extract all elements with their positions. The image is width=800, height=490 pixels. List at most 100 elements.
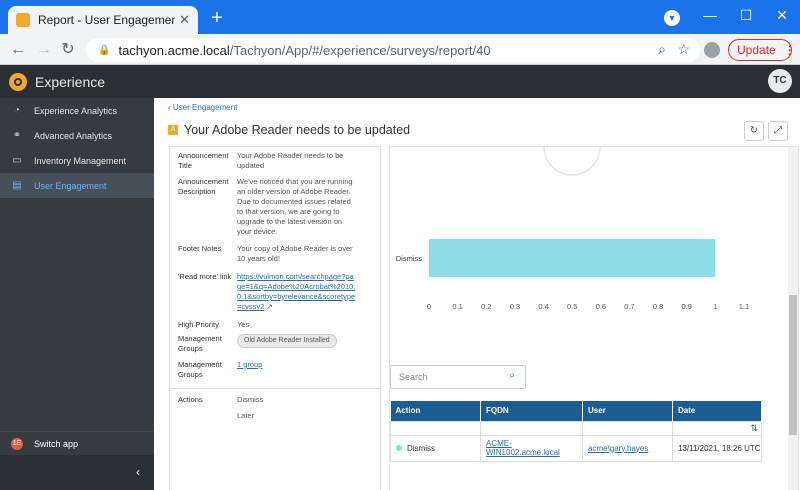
detail-value: Old Adobe Reader Installed [237, 334, 357, 354]
page-title: A Your Adobe Reader needs to be updated [168, 123, 410, 137]
browser-toolbar: ← → ↻ 🔒 tachyon.acme.local/Tachyon/App/#… [0, 34, 800, 65]
cell-fqdn-link[interactable]: ACME-WIN1002.acme.local [486, 439, 560, 457]
detail-label: Management Groups [178, 334, 222, 353]
zoom-icon[interactable]: ⌕ [658, 41, 666, 58]
actions-bar-chart: Dismiss 0 0.1 0.2 0.3 0.4 0.5 0.6 0.7 0.8 0.9 1 1.1 [396, 147, 749, 311]
sidebar-item-inventory-management[interactable]: ▭ Inventory Management [0, 148, 154, 173]
column-header-action[interactable]: Action [390, 401, 481, 421]
actions-values: Dismiss Later [237, 395, 357, 421]
refresh-button[interactable]: ↻ [744, 121, 764, 141]
browser-tab[interactable]: Report - User Engagement - Expe ✕ [8, 6, 198, 34]
column-header-date[interactable]: Date [672, 401, 762, 421]
detail-label: High Priority [178, 320, 219, 329]
detail-row: Footer Notes Your copy of Adobe Reader i… [170, 244, 380, 264]
x-tick-label: 0.5 [567, 302, 577, 311]
status-dot-icon [396, 444, 402, 451]
new-tab-button[interactable]: + [206, 8, 228, 30]
switch-app-label: Switch app [34, 438, 79, 449]
search-icon[interactable]: ⌕ [509, 370, 515, 381]
page-title-text: Your Adobe Reader needs to be updated [184, 123, 411, 137]
sidebar-item-advanced-analytics[interactable]: ⚭ Advanced Analytics [0, 123, 154, 148]
detail-row: Announcement Description We've noticed t… [170, 177, 380, 237]
sidebar: ◔ Experience Analytics ⚭ Advanced Analyt… [0, 98, 154, 490]
app-title: Experience [35, 73, 106, 90]
expand-button[interactable]: ⤢ [768, 121, 788, 141]
close-window-button[interactable]: ✕ [764, 7, 800, 24]
detail-row: Management Groups Old Adobe Reader Insta… [170, 334, 380, 354]
update-label: Update [737, 43, 776, 57]
tab-search-icon[interactable]: ▼ [664, 10, 680, 26]
sidebar-item-label: Advanced Analytics [34, 130, 113, 141]
bookmark-star-icon[interactable]: ☆ [677, 41, 690, 58]
external-link-icon: ↗ [266, 302, 273, 311]
close-tab-icon[interactable]: ✕ [179, 12, 190, 28]
x-tick-label: 0.7 [624, 302, 634, 311]
scrollbar-thumb[interactable] [789, 295, 797, 435]
detail-row: Management Groups 1 group [170, 360, 380, 380]
management-group-pill: Old Adobe Reader Installed [237, 334, 337, 348]
chart-bar[interactable] [429, 239, 716, 277]
sidebar-item-label: Experience Analytics [34, 105, 118, 116]
read-more-link[interactable]: https://vulmon.com/searchpage?page=1&q=A… [237, 272, 355, 311]
divider [170, 388, 380, 389]
maximize-button[interactable]: ☐ [728, 7, 764, 24]
table-row[interactable]: Dismiss ACME-WIN1002.acme.local acme\gar… [390, 434, 762, 462]
user-avatar[interactable]: TC [768, 69, 792, 93]
detail-value: Your copy of Adobe Reader is over 10 yea… [237, 244, 353, 263]
sidebar-item-experience-analytics[interactable]: ◔ Experience Analytics [0, 98, 154, 123]
search-placeholder: Search [399, 372, 428, 382]
actions-label: Actions [178, 395, 203, 404]
tab-strip: Report - User Engagement - Expe ✕ + ▼ — … [0, 0, 800, 34]
detail-row: High Priority Yes [170, 320, 380, 330]
lock-icon: 🔒 [98, 44, 111, 56]
detail-value: 1 group [237, 360, 357, 380]
cell-action: Dismiss [407, 443, 435, 453]
detail-label: Announcement Description [178, 177, 229, 196]
binoculars-icon: ⚭ [12, 129, 22, 141]
back-button[interactable]: ← [8, 40, 28, 60]
x-tick-label: 0.1 [452, 302, 462, 311]
action-value: Dismiss [237, 395, 264, 404]
cell-user-link[interactable]: acme\gary.hayes [588, 444, 648, 453]
detail-row: 'Read more' link https://vulmon.com/sear… [170, 272, 380, 312]
detail-label: 'Read more' link [178, 272, 232, 281]
report-scrollbar[interactable] [788, 147, 798, 490]
reload-button[interactable]: ↻ [58, 40, 78, 60]
action-value: Later [237, 411, 255, 420]
sort-icon[interactable]: ⇅ [750, 423, 758, 434]
column-header-user[interactable]: User [582, 401, 673, 421]
forward-button[interactable]: → [34, 40, 54, 60]
detail-value: https://vulmon.com/searchpage?page=1&q=A… [237, 272, 357, 312]
pie-chart-remnant [543, 147, 601, 176]
profile-avatar-icon[interactable] [704, 42, 720, 58]
sidebar-item-user-engagement[interactable]: ▤ User Engagement [0, 173, 154, 198]
update-button[interactable]: Update ⋮ [728, 39, 796, 61]
x-tick-label: 0.2 [481, 302, 491, 311]
monitor-icon: ▭ [12, 154, 22, 166]
search-input[interactable]: Search ⌕ [390, 365, 526, 389]
detail-value: Your Adobe Reader needs to be updated [237, 151, 344, 170]
collapse-sidebar-button[interactable]: ‹ [0, 455, 154, 490]
sidebar-item-label: Inventory Management [34, 155, 127, 166]
address-bar[interactable]: 🔒 tachyon.acme.local/Tachyon/App/#/exper… [86, 38, 700, 62]
main-content: ‹ User Engagement A Your Adobe Reader ne… [154, 98, 800, 490]
chart-category-label: Dismiss [396, 254, 422, 263]
group-count-link[interactable]: 1 group [237, 360, 262, 369]
tab-title: Report - User Engagement - Expe [38, 13, 176, 27]
detail-label: Management Groups [178, 360, 222, 379]
x-tick-label: 1 [713, 302, 717, 311]
clipboard-icon: ▤ [12, 179, 22, 191]
browser-chrome: Report - User Engagement - Expe ✕ + ▼ — … [0, 0, 800, 65]
x-tick-label: 0 [427, 302, 431, 311]
x-tick-label: 0.4 [538, 302, 548, 311]
breadcrumb[interactable]: ‹ User Engagement [168, 103, 237, 112]
menu-dots-icon: ⋮ [783, 43, 796, 57]
favicon-icon [16, 13, 30, 27]
column-header-fqdn[interactable]: FQDN [480, 401, 583, 421]
switch-app-button[interactable]: 1E Switch app [0, 431, 154, 455]
url-path: /Tachyon/App/#/experience/surveys/report… [229, 42, 491, 58]
minimize-button[interactable]: — [692, 7, 728, 23]
x-tick-label: 0.3 [510, 302, 520, 311]
table-filter-row: ⇅ [390, 420, 762, 436]
gauge-icon: ◔ [13, 104, 21, 116]
